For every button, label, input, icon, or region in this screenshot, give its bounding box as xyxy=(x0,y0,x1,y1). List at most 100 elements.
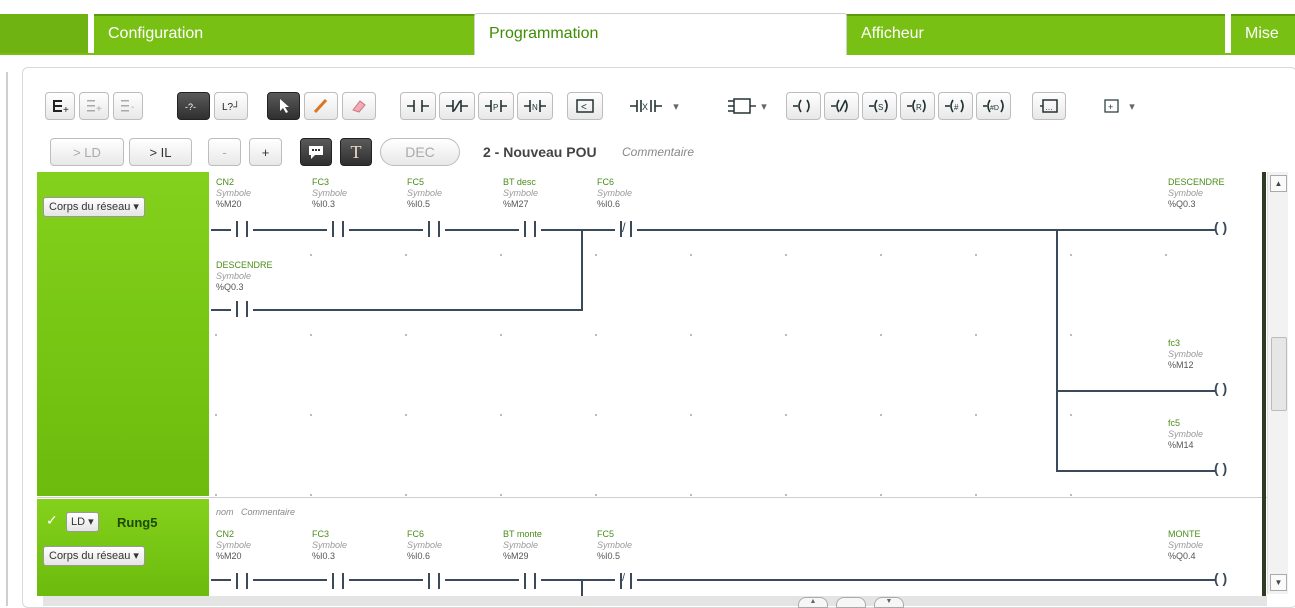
jump-icon[interactable]: L?┘ xyxy=(214,92,248,120)
contact-no-icon[interactable] xyxy=(400,92,436,120)
text-format-button[interactable]: T xyxy=(340,138,372,166)
tab-mise[interactable]: Mise xyxy=(1231,14,1295,53)
contact-nc-icon[interactable] xyxy=(439,92,475,120)
svg-text:+: + xyxy=(96,104,102,114)
contact-label: BT desc Symbole %M27 xyxy=(503,177,539,209)
chevron-down-icon: ▾ xyxy=(1129,100,1135,113)
dec-button[interactable]: DEC xyxy=(380,138,460,166)
wire xyxy=(211,579,231,581)
contact-no[interactable] xyxy=(231,221,253,237)
rung5-name[interactable]: Rung5 xyxy=(117,515,157,530)
zoom-out-button[interactable]: - xyxy=(208,138,241,166)
pou-comment[interactable]: Commentaire xyxy=(622,145,694,159)
rung4-side-panel xyxy=(37,172,209,496)
wire xyxy=(253,579,327,581)
xor-contact-dropdown[interactable]: X ▾ xyxy=(614,92,694,120)
eraser-icon[interactable] xyxy=(342,92,376,120)
corps-label: Corps du réseau xyxy=(49,201,131,213)
wire xyxy=(1056,470,1215,472)
chevron-down-icon: ▾ xyxy=(673,100,679,113)
chevron-down-icon: ▾ xyxy=(88,516,94,528)
scroll-up-icon[interactable]: ▲ xyxy=(798,597,828,608)
coil-icon[interactable] xyxy=(786,92,821,120)
coil-icon[interactable]: ( ) xyxy=(1214,570,1227,586)
append-rung-icon[interactable]: + xyxy=(79,92,109,120)
coil-icon[interactable]: ( ) xyxy=(1214,380,1227,396)
wire xyxy=(637,579,1215,581)
tab-label: Programmation xyxy=(489,25,599,42)
slash-icon: / xyxy=(622,572,626,584)
rung4-corps-dropdown[interactable]: Corps du réseau ▾ xyxy=(43,197,145,217)
coil-pulse-icon[interactable]: # xyxy=(938,92,973,120)
scroll-thumb[interactable] xyxy=(1271,337,1287,411)
select-pointer-icon[interactable] xyxy=(267,92,300,120)
tab-home[interactable] xyxy=(0,14,88,53)
coil-reset-icon[interactable]: R xyxy=(900,92,935,120)
convert-to-ld-button[interactable]: > LD xyxy=(50,138,124,166)
contact-label: DESCENDRE Symbole %Q0.3 xyxy=(216,260,273,292)
rung5-corps-dropdown[interactable]: Corps du réseau ▾ xyxy=(43,546,145,566)
comment-block-icon[interactable]: … xyxy=(1032,92,1066,120)
contact-nc[interactable]: / xyxy=(615,572,637,589)
contact-no[interactable] xyxy=(519,221,541,237)
contact-n-icon[interactable]: N xyxy=(517,92,553,120)
svg-text:-: - xyxy=(131,102,134,113)
insert-rung-icon[interactable]: + xyxy=(45,92,75,120)
chevron-down-icon: ▾ xyxy=(133,550,139,562)
tab-configuration[interactable]: Configuration xyxy=(94,14,474,53)
contact-no[interactable] xyxy=(327,573,349,589)
svg-text:S: S xyxy=(878,103,883,112)
svg-text:<: < xyxy=(581,102,587,113)
checkmark-icon[interactable]: ✓ xyxy=(46,512,58,529)
filter-icon[interactable]: ▼ xyxy=(874,597,904,608)
contact-no[interactable] xyxy=(423,573,445,589)
function-block-dropdown[interactable]: ▾ xyxy=(712,92,782,120)
wire xyxy=(211,229,231,231)
scroll-down-icon[interactable]: ▼ xyxy=(1270,574,1287,591)
comment-toggle-icon[interactable] xyxy=(300,138,332,166)
right-rail xyxy=(1262,172,1266,596)
vertical-scrollbar[interactable]: ▲ ▼ xyxy=(1267,172,1288,594)
convert-to-il-button[interactable]: > IL xyxy=(129,138,192,166)
compare-block-icon[interactable]: < xyxy=(567,92,603,120)
coil-negated-pulse-icon[interactable]: #D xyxy=(976,92,1011,120)
rung4-grid[interactable] xyxy=(209,172,1259,496)
delete-rung-icon[interactable]: - xyxy=(113,92,143,120)
coil-set-icon[interactable]: S xyxy=(862,92,897,120)
tab-programmation[interactable]: Programmation xyxy=(474,13,847,55)
lock-icon[interactable] xyxy=(836,597,866,608)
tab-afficheur[interactable]: Afficheur xyxy=(847,14,1225,53)
contact-label: FC6 Symbole %I0.6 xyxy=(597,177,633,209)
wire xyxy=(637,229,1215,231)
rung-separator xyxy=(37,497,1267,498)
contact-no[interactable] xyxy=(423,221,445,237)
rung5-header[interactable]: nom Commentaire xyxy=(216,507,295,517)
ld-label: LD xyxy=(71,516,86,528)
contact-no[interactable] xyxy=(519,573,541,589)
insert-dropdown[interactable]: + ▾ xyxy=(1089,92,1149,120)
contact-no[interactable] xyxy=(231,573,253,589)
horizontal-scrollbar[interactable] xyxy=(43,596,1267,606)
zoom-in-button[interactable]: + xyxy=(249,138,282,166)
svg-text:#D: #D xyxy=(990,105,999,112)
coil-icon[interactable]: ( ) xyxy=(1214,219,1227,235)
contact-p-icon[interactable]: P xyxy=(478,92,514,120)
corps-label: Corps du réseau xyxy=(49,550,131,562)
chevron-down-icon: ▾ xyxy=(133,201,139,213)
contact-label: FC3 Symbole %I0.3 xyxy=(312,529,348,561)
left-border xyxy=(6,72,8,606)
contact-no[interactable] xyxy=(231,301,253,317)
coil-icon[interactable]: ( ) xyxy=(1214,460,1227,476)
contact-nc[interactable]: / xyxy=(615,220,637,237)
wire xyxy=(253,229,327,231)
coil-negated-icon[interactable] xyxy=(824,92,859,120)
contact-no[interactable] xyxy=(327,221,349,237)
draw-wire-icon[interactable] xyxy=(304,92,338,120)
svg-text:#: # xyxy=(954,103,959,112)
toggle-variable-icon[interactable]: -?- xyxy=(177,92,210,120)
rung5-language-dropdown[interactable]: LD ▾ xyxy=(66,512,99,532)
wire xyxy=(541,229,615,231)
scroll-up-icon[interactable]: ▲ xyxy=(1270,175,1287,192)
wire xyxy=(581,229,583,311)
wire xyxy=(445,579,519,581)
